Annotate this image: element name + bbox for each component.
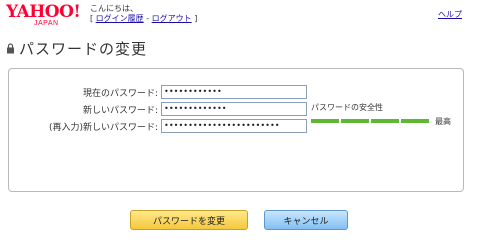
strength-segment bbox=[341, 118, 369, 123]
strength-segment bbox=[401, 118, 429, 123]
page-title: パスワードの変更 bbox=[19, 40, 148, 58]
greeting-area: こんにちは、 [ ログイン履歴 - ログアウト ] bbox=[90, 4, 197, 24]
logout-link[interactable]: ログアウト bbox=[152, 14, 192, 23]
change-password-button[interactable]: パスワードを変更 bbox=[130, 210, 248, 230]
logo-subtext: JAPAN bbox=[34, 20, 59, 27]
bracket-close: ] bbox=[194, 14, 198, 23]
password-form-panel: 現在のパスワード: •••••••••••• 新しいパスワード: •••••••… bbox=[8, 68, 464, 192]
cancel-button[interactable]: キャンセル bbox=[264, 210, 348, 230]
confirm-password-input[interactable]: •••••••••••••••••••••••• bbox=[161, 119, 307, 133]
current-password-input[interactable]: •••••••••••• bbox=[161, 85, 307, 99]
strength-bars: 最高 bbox=[311, 115, 451, 126]
bracket-open: [ bbox=[90, 14, 94, 23]
new-password-input[interactable]: ••••••••••••• bbox=[161, 102, 307, 116]
strength-segment bbox=[371, 118, 399, 123]
confirm-password-label: (再入力)新しいパスワード: bbox=[48, 122, 158, 133]
separator: - bbox=[146, 14, 150, 23]
strength-level-text: 最高 bbox=[435, 117, 451, 126]
password-strength-meter: パスワードの安全性 最高 bbox=[311, 102, 451, 126]
login-history-link[interactable]: ログイン履歴 bbox=[96, 14, 144, 23]
current-password-label: 現在のパスワード: bbox=[82, 88, 158, 99]
title-row: パスワードの変更 bbox=[6, 38, 147, 59]
confirm-password-row: (再入力)新しいパスワード: •••••••••••••••••••••••• bbox=[9, 119, 307, 133]
strength-label: パスワードの安全性 bbox=[311, 103, 383, 112]
strength-segment bbox=[311, 118, 339, 123]
logo-text: YAHOO! bbox=[6, 2, 81, 22]
help-link[interactable]: ヘルプ bbox=[438, 9, 462, 20]
greeting-text: こんにちは、 bbox=[90, 4, 138, 13]
current-password-row: 現在のパスワード: •••••••••••• bbox=[9, 85, 307, 99]
lock-icon bbox=[7, 43, 14, 54]
yahoo-logo[interactable]: YAHOO! JAPAN bbox=[6, 4, 92, 30]
new-password-label: 新しいパスワード: bbox=[82, 105, 158, 116]
new-password-row: 新しいパスワード: ••••••••••••• bbox=[9, 102, 307, 116]
